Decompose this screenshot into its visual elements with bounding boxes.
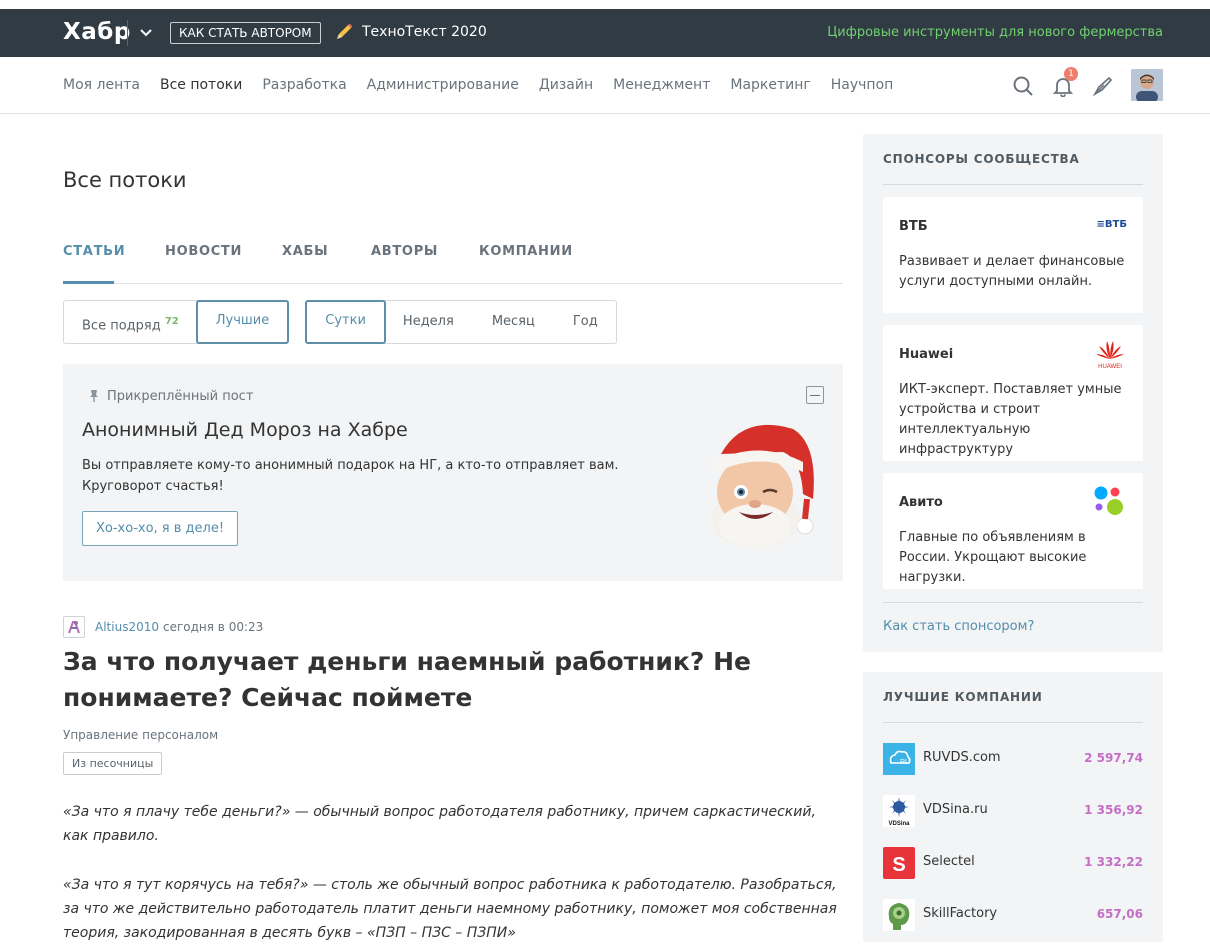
chevron-down-icon[interactable]	[139, 26, 153, 40]
post-date: сегодня в 00:23	[163, 620, 264, 634]
tab-authors[interactable]: АВТОРЫ	[371, 244, 438, 259]
sponsor-desc: Главные по объявлениям в России. Укрощаю…	[899, 530, 1087, 585]
post-title[interactable]: За что получает деньги наемный работник?…	[63, 644, 763, 716]
selectel-logo: S	[883, 847, 915, 879]
pinned-title[interactable]: Анонимный Дед Мороз на Хабре	[82, 419, 408, 441]
pinned-label: Прикреплённый пост	[107, 389, 254, 404]
selectel-logo-text: S	[892, 854, 905, 876]
pinned-post: Прикреплённый пост Анонимный Дед Мороз н…	[63, 364, 843, 581]
sponsor-card-vtb[interactable]: ВТБ Развивает и делает финансовые услуги…	[883, 197, 1143, 313]
avatar-photo	[1131, 69, 1163, 101]
period-week-button[interactable]: Неделя	[385, 301, 472, 343]
write-post-icon[interactable]	[1092, 75, 1114, 97]
notifications-badge: 1	[1064, 67, 1078, 81]
sponsor-name: ВТБ	[899, 219, 928, 234]
company-rating: 1 332,22	[1084, 855, 1143, 869]
new-posts-count: 72	[164, 316, 179, 327]
pin-icon	[90, 390, 98, 402]
sort-filter-group: Все подряд 72 Лучшие	[63, 300, 290, 344]
huawei-logo: HUAWEI	[1096, 341, 1124, 370]
sponsors-block: СПОНСОРЫ СООБЩЕСТВА ВТБ Развивает и дела…	[863, 134, 1163, 652]
sponsor-desc: Развивает и делает финансовые услуги дос…	[899, 254, 1125, 289]
vtb-logo-text: ВТБ	[1104, 219, 1127, 230]
promo-link[interactable]: Цифровые инструменты для нового фермерст…	[827, 25, 1163, 40]
company-rating: 1 356,92	[1084, 803, 1143, 817]
nav-item-all-flows[interactable]: Все потоки	[160, 77, 242, 93]
company-row-vdsina[interactable]: VDSina VDSina.ru 1 356,92	[883, 794, 1143, 828]
nav-item-marketing[interactable]: Маркетинг	[730, 77, 810, 93]
company-name: VDSina.ru	[923, 802, 988, 817]
companies-heading: ЛУЧШИЕ КОМПАНИИ	[883, 690, 1143, 723]
become-sponsor-link[interactable]: Как стать спонсором?	[883, 602, 1143, 634]
author-avatar[interactable]	[63, 616, 85, 638]
nav-item-my-feed[interactable]: Моя лента	[63, 77, 140, 93]
technotext-link[interactable]: ТехноТекст 2020	[362, 24, 487, 40]
sponsor-card-huawei[interactable]: Huawei ИКТ-эксперт. Поставляет умные уст…	[883, 325, 1143, 461]
author-link[interactable]: Altius2010	[95, 620, 159, 634]
page-title: Все потоки	[63, 168, 187, 192]
company-rating: 2 597,74	[1084, 751, 1143, 765]
company-row-ruvds[interactable]: RU RUVDS.com 2 597,74	[883, 742, 1143, 776]
sponsors-heading: СПОНСОРЫ СООБЩЕСТВА	[883, 152, 1143, 185]
sandbox-label[interactable]: Из песочницы	[63, 752, 163, 775]
skillfactory-logo	[883, 899, 915, 931]
vdsina-logo: VDSina	[883, 795, 915, 827]
company-name: SkillFactory	[923, 906, 998, 921]
nav-item-administration[interactable]: Администрирование	[367, 77, 519, 93]
ruvds-logo: RU	[883, 743, 915, 775]
filter-all-button[interactable]: Все подряд 72	[64, 301, 197, 343]
flows-nav: Моя лента Все потоки Разработка Админист…	[63, 77, 893, 93]
vtb-logo: ≡ВТБ	[1096, 219, 1127, 230]
huawei-logo-text: HUAWEI	[1098, 364, 1122, 370]
pinned-text: Вы отправляете кому-то анонимный подарок…	[82, 458, 619, 494]
active-tab-indicator	[63, 281, 114, 284]
collapse-button[interactable]	[806, 386, 824, 404]
santa-memoji-image	[711, 424, 814, 549]
filter-all-label: Все подряд	[82, 318, 161, 334]
author-avatar-image	[68, 621, 80, 634]
vdsina-logo-text: VDSina	[888, 821, 910, 827]
sponsor-card-avito[interactable]: Авито Главные по объявлениям в России. У…	[883, 473, 1143, 589]
logo-divider	[127, 20, 128, 46]
search-icon[interactable]	[1012, 75, 1034, 97]
avito-logo	[1094, 486, 1123, 515]
sponsor-name: Huawei	[899, 347, 954, 362]
company-row-skillfactory[interactable]: SkillFactory 657,06	[883, 898, 1143, 932]
habr-logo[interactable]: Хабр	[63, 19, 131, 45]
user-avatar[interactable]	[1131, 69, 1163, 101]
period-year-button[interactable]: Год	[555, 301, 616, 343]
feed-filters: Все подряд 72 Лучшие Сутки Неделя Месяц …	[63, 300, 617, 344]
period-day-button[interactable]: Сутки	[305, 300, 386, 344]
become-author-button[interactable]: КАК СТАТЬ АВТОРОМ	[170, 22, 321, 44]
top-bar: Хабр КАК СТАТЬ АВТОРОМ ТехноТекст 2020 Ц…	[0, 9, 1210, 57]
nav-item-management[interactable]: Менеджмент	[613, 77, 710, 93]
post-hub-link[interactable]: Управление персоналом	[63, 728, 218, 742]
tab-companies[interactable]: КОМПАНИИ	[479, 244, 573, 259]
company-name: RUVDS.com	[923, 750, 1001, 765]
filter-best-button[interactable]: Лучшие	[195, 300, 290, 344]
ruvds-logo-text: RU	[900, 759, 910, 766]
period-month-button[interactable]: Месяц	[472, 301, 555, 343]
period-filter-group: Сутки Неделя Месяц Год	[305, 300, 617, 344]
post-paragraph: «За что я тут корячусь на тебя?» — столь…	[63, 877, 837, 941]
company-rating: 657,06	[1096, 907, 1143, 921]
nav-item-development[interactable]: Разработка	[262, 77, 346, 93]
content-tabs: СТАТЬИ НОВОСТИ ХАБЫ АВТОРЫ КОМПАНИИ	[63, 244, 843, 284]
tab-hubs[interactable]: ХАБЫ	[282, 244, 328, 259]
tab-news[interactable]: НОВОСТИ	[165, 244, 242, 259]
nav-item-popsci[interactable]: Научпоп	[831, 77, 894, 93]
sponsor-desc: ИКТ-эксперт. Поставляет умные устройства…	[899, 382, 1122, 457]
tab-articles[interactable]: СТАТЬИ	[63, 244, 125, 259]
nav-item-design[interactable]: Дизайн	[539, 77, 593, 93]
top-companies-block: ЛУЧШИЕ КОМПАНИИ RU RUVDS.com 2 597,74 VD…	[863, 672, 1163, 942]
pencil-icon	[337, 23, 353, 39]
post-paragraph: «За что я плачу тебе деньги?» — обычный …	[63, 804, 816, 844]
join-button[interactable]: Хо-хо-хо, я в деле!	[82, 511, 239, 546]
sponsor-name: Авито	[899, 495, 943, 510]
company-name: Selectel	[923, 854, 975, 869]
company-row-selectel[interactable]: S Selectel 1 332,22	[883, 846, 1143, 880]
